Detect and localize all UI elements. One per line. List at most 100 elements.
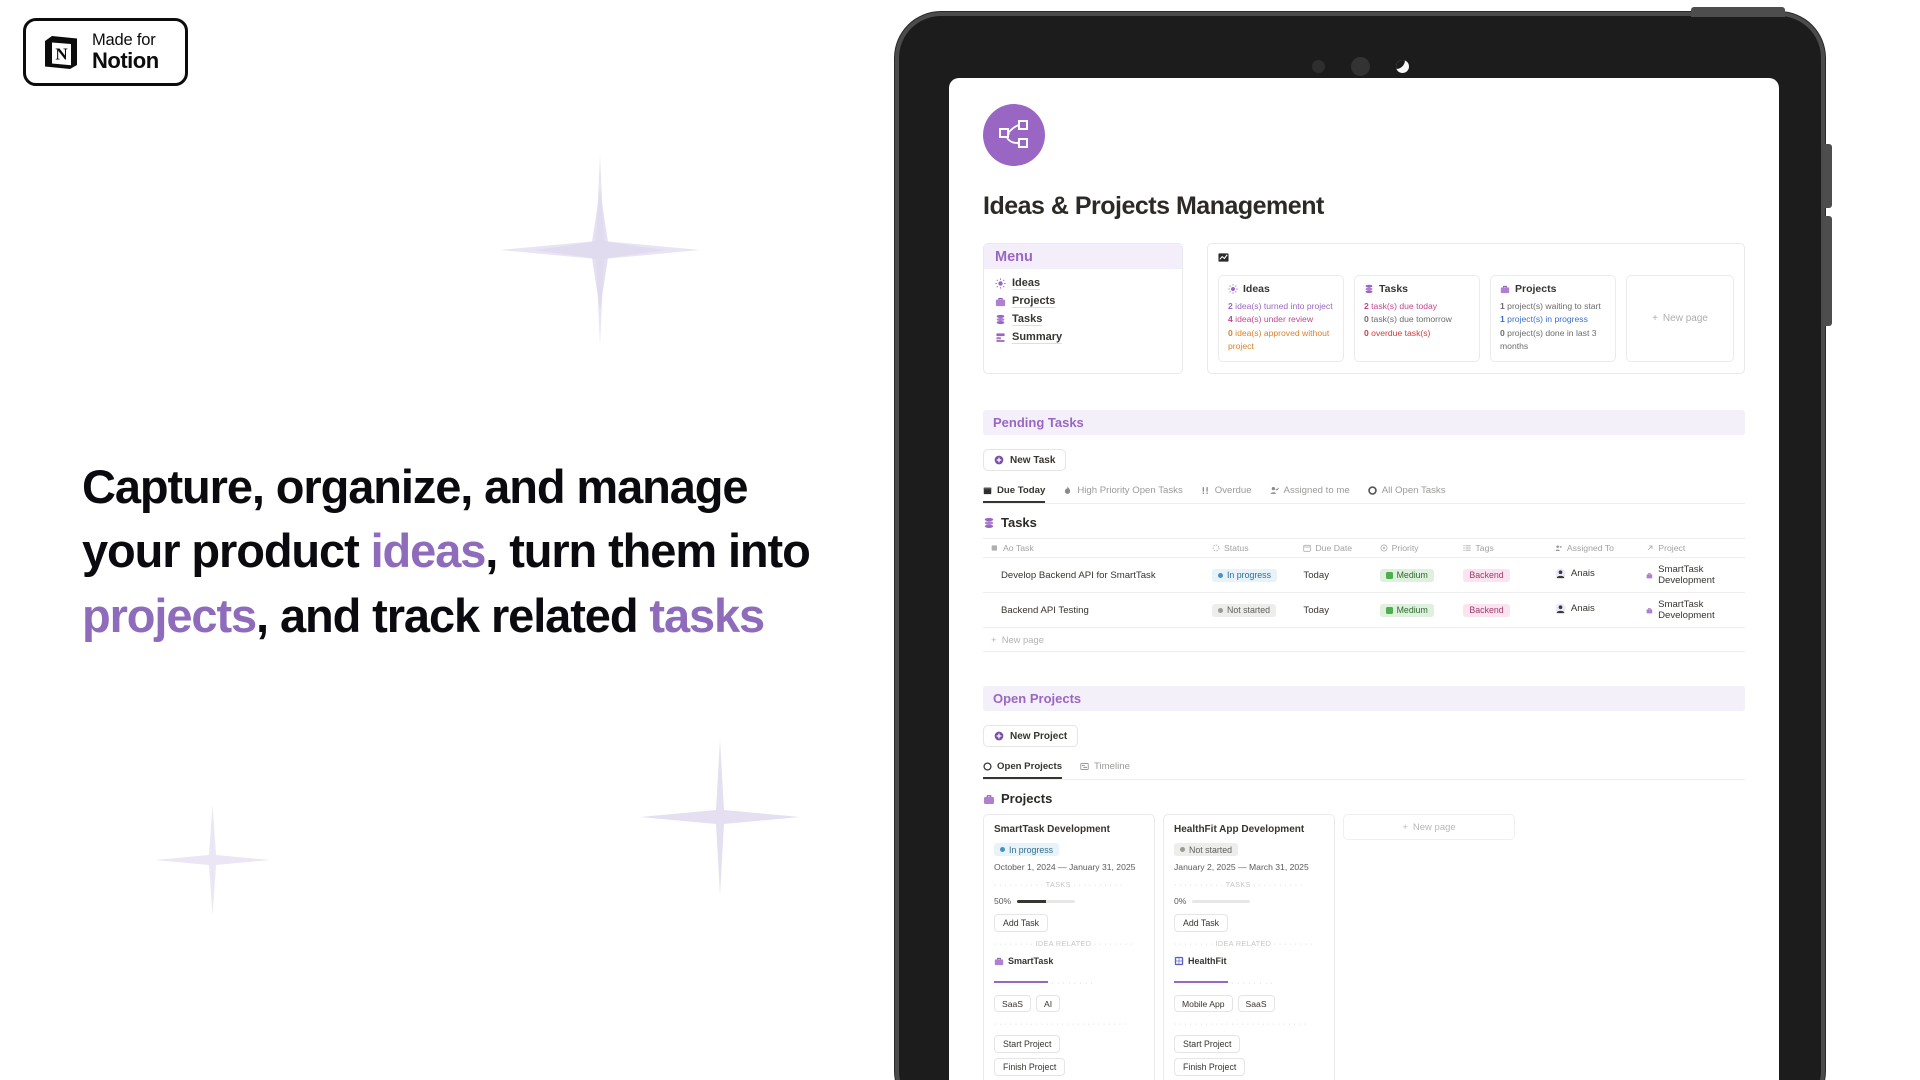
divider-tasks: · · · · · · · · · · TASKS · · · · · · · … [1174, 880, 1303, 890]
start-project-button[interactable]: Start Project [994, 1035, 1061, 1054]
stat-card-tasks[interactable]: Tasks 2 task(s) due today 0 task(s) due … [1354, 275, 1480, 363]
circle-icon [983, 762, 992, 771]
sidebar-item-projects[interactable]: Projects [984, 292, 1182, 310]
column-header-priority[interactable]: Priority [1371, 538, 1456, 559]
sidebar-item-label: Summary [1012, 330, 1063, 344]
column-header-status[interactable]: Status [1203, 538, 1296, 559]
stat-label: Projects [1515, 283, 1557, 295]
status-label: Not started [1226, 605, 1270, 616]
related-idea[interactable]: HealthFit [1174, 956, 1227, 966]
sidebar-item-summary[interactable]: Summary [984, 328, 1182, 346]
add-task-button[interactable]: Add Task [994, 914, 1049, 933]
tab-overdue[interactable]: Overdue [1201, 485, 1252, 503]
dashboard-card: Ideas 2 idea(s) turned into project 4 id… [1207, 243, 1745, 375]
dashboard-new-page-button[interactable]: + New page [1626, 275, 1734, 363]
title-icon [991, 545, 997, 551]
sidebar-item-label: Tasks [1012, 312, 1043, 326]
project-dates: October 1, 2024 — January 31, 2025 [994, 862, 1136, 873]
tag-chip: SaaS [1237, 995, 1275, 1013]
divider-label: IDEA RELATED [1215, 939, 1272, 949]
stat-line: 0 overdue task(s) [1364, 327, 1470, 340]
stat-text: idea(s) turned into project [1232, 301, 1333, 311]
page-headline: Capture, organize, and manage your produ… [82, 455, 812, 648]
divider-idea-related: · · · · · · · · IDEA RELATED · · · · · ·… [1174, 939, 1313, 949]
tab-open-projects[interactable]: Open Projects [983, 761, 1063, 780]
new-project-button[interactable]: New Project [983, 725, 1079, 748]
briefcase-icon [1500, 285, 1510, 294]
project-actions: Start Project Finish Project [994, 1035, 1144, 1077]
stat-text: task(s) due today [1368, 301, 1438, 311]
related-idea[interactable]: SmartTask [994, 956, 1053, 966]
table-header-row: Ao Task Status Due Date Priority Tags As… [983, 538, 1745, 559]
stat-card-projects[interactable]: Projects 1 project(s) waiting to start 1… [1490, 275, 1616, 363]
cell-assignee: Anais [1546, 592, 1639, 629]
priority-label: Medium [1396, 570, 1428, 581]
tab-due-today[interactable]: Due Today [983, 485, 1046, 504]
cell-assignee: Anais [1546, 557, 1639, 594]
cell-status: Not started [1203, 592, 1296, 629]
tab-timeline[interactable]: Timeline [1080, 761, 1130, 779]
tab-label: All Open Tasks [1381, 485, 1446, 497]
start-project-button[interactable]: Start Project [1174, 1035, 1241, 1054]
new-task-button[interactable]: New Task [983, 449, 1067, 472]
assignee-name: Anais [1570, 568, 1595, 580]
tag-chip: SaaS [994, 995, 1032, 1013]
stat-title: Projects [1500, 283, 1606, 295]
project-tags: Mobile App SaaS [1174, 995, 1324, 1013]
cell-task: Develop Backend API for SmartTask [983, 557, 1204, 594]
sidebar-item-tasks[interactable]: Tasks [984, 310, 1182, 328]
column-header-project[interactable]: Project [1638, 538, 1745, 559]
project-card[interactable]: HealthFit App Development Not started Ja… [1163, 814, 1335, 1080]
tasks-new-row-button[interactable]: + New page [983, 628, 1745, 653]
headline-accent-ideas: ideas [370, 524, 487, 578]
sensor-dot-icon [1311, 59, 1325, 73]
finish-project-button[interactable]: Finish Project [1174, 1058, 1246, 1077]
database-title-label: Projects [1001, 791, 1053, 807]
page-title: Ideas & Projects Management [983, 192, 1324, 220]
project-card[interactable]: SmartTask Development In progress Octobe… [983, 814, 1155, 1080]
calendar-icon [983, 487, 992, 495]
table-row[interactable]: Backend API Testing Not started Today Me… [983, 592, 1745, 629]
divider-tasks: · · · · · · · · · · TASKS · · · · · · · … [994, 880, 1123, 890]
front-camera-icon [1350, 56, 1370, 76]
stat-line: 1 project(s) waiting to start [1500, 300, 1606, 313]
related-idea-label: HealthFit [1188, 956, 1227, 967]
plus-icon: + [1402, 821, 1408, 833]
page-root: N Made for Notion Capture, organize, and… [0, 0, 1920, 1080]
table-row[interactable]: Develop Backend API for SmartTask In pro… [983, 557, 1745, 594]
stat-text: idea(s) under review [1232, 314, 1314, 325]
circle-icon [1367, 486, 1377, 496]
project-name: SmartTask Development [1658, 564, 1715, 587]
page-cover-icon[interactable] [983, 104, 1045, 166]
status-label: In progress [1009, 844, 1054, 855]
projects-new-page-button[interactable]: + New page [1343, 814, 1515, 841]
add-task-button[interactable]: Add Task [1174, 914, 1229, 933]
status-badge: Not started [1174, 843, 1239, 857]
cell-tags: Backend [1455, 557, 1547, 594]
tablet-volume-down-button[interactable] [1823, 216, 1832, 326]
sparkle-decoration-icon [640, 740, 800, 895]
tab-assigned-to-me[interactable]: Assigned to me [1270, 485, 1350, 503]
briefcase-icon [984, 794, 994, 804]
tablet-volume-up-button[interactable] [1823, 144, 1832, 208]
headline-accent-tasks: tasks [649, 588, 765, 642]
column-header-assigned-to[interactable]: Assigned To [1546, 538, 1639, 559]
tab-all-open-tasks[interactable]: All Open Tasks [1367, 485, 1446, 503]
finish-project-button[interactable]: Finish Project [994, 1058, 1066, 1077]
tablet-power-button[interactable] [1691, 7, 1785, 17]
project-dates: January 2, 2025 — March 31, 2025 [1174, 862, 1309, 873]
stat-line: 0 task(s) due tomorrow [1364, 313, 1470, 326]
double-exclamation-icon [1202, 487, 1208, 495]
tab-high-priority-open-tasks[interactable]: High Priority Open Tasks [1063, 485, 1183, 503]
badge-line-2: Notion [92, 48, 159, 74]
column-header-task[interactable]: Ao Task [983, 538, 1204, 559]
sidebar-item-label: Ideas [1012, 276, 1041, 290]
stat-text: task(s) due tomorrow [1368, 314, 1452, 325]
column-header-tags[interactable]: Tags [1455, 538, 1547, 559]
column-label: Ao Task [1003, 543, 1034, 554]
column-header-due-date[interactable]: Due Date [1295, 538, 1372, 559]
stat-card-ideas[interactable]: Ideas 2 idea(s) turned into project 4 id… [1218, 275, 1344, 363]
indicator-light-icon [1395, 59, 1409, 73]
sidebar-item-ideas[interactable]: Ideas [984, 274, 1182, 292]
priority-label: Medium [1396, 605, 1428, 616]
